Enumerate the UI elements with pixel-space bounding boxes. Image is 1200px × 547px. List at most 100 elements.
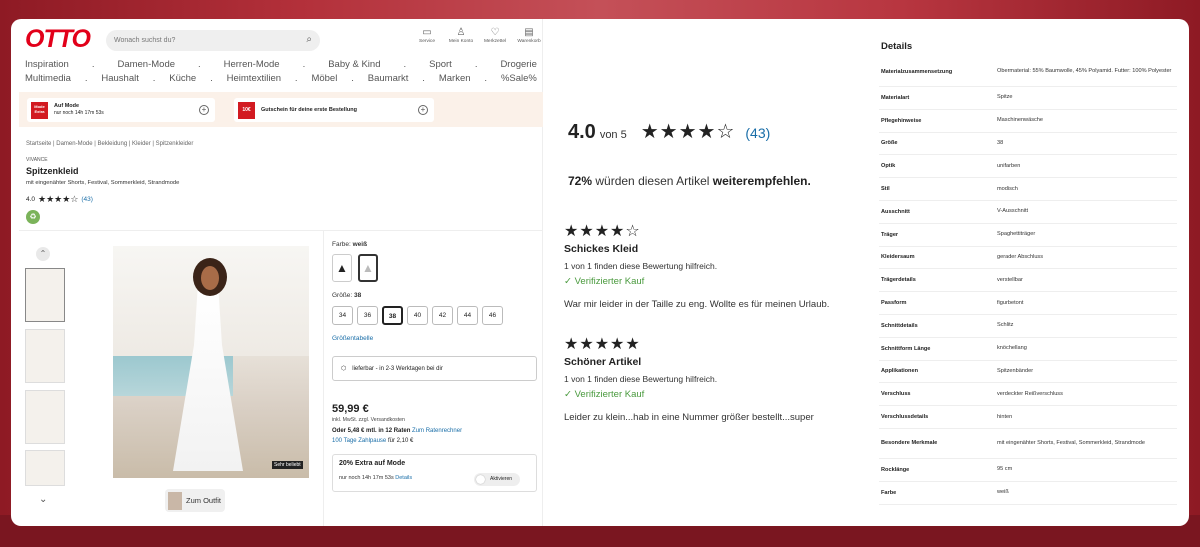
details-key: Farbe — [881, 489, 897, 496]
review-count[interactable]: (43) — [81, 196, 93, 203]
review-count-link[interactable]: (43) — [745, 125, 770, 141]
wishlist-button[interactable]: ♡ Merkzettel — [481, 27, 509, 44]
details-row: Schnittform Länge knöchellang — [879, 338, 1177, 361]
search-icon[interactable]: ⌕ — [306, 34, 312, 45]
details-row: Trägerdetails verstellbar — [879, 269, 1177, 293]
promo-voucher[interactable]: 10€ Gutschein für deine erste Bestellung… — [234, 98, 434, 122]
promo-sub: nur noch 14h 17m 53s — [54, 110, 104, 116]
details-row: Applikationen Spitzenbänder — [879, 361, 1177, 384]
activate-toggle[interactable]: Aktivieren — [474, 473, 520, 486]
details-value: Schlitz — [997, 322, 1014, 329]
details-row: Besondere Merkmale mit eingenähter Shorts… — [879, 429, 1177, 459]
thumbnail-3[interactable] — [25, 390, 65, 444]
nav-link[interactable]: Damen-Mode — [117, 58, 175, 72]
nav-separator: . — [91, 59, 95, 70]
otto-logo[interactable]: OTTO — [25, 25, 91, 54]
installment-link[interactable]: Zum Ratenrechner — [412, 428, 462, 434]
details-key: Stil — [881, 186, 890, 193]
details-key: Materialart — [881, 94, 910, 101]
pay-pause-price: für 2,10 € — [387, 438, 414, 444]
nav-link[interactable]: Multimedia — [25, 72, 71, 86]
breadcrumb[interactable]: Startseite | Damen-Mode | Bekleidung | K… — [26, 141, 193, 147]
nav-link[interactable]: Drogerie — [500, 58, 536, 72]
size-table-link[interactable]: Größentabelle — [332, 335, 537, 342]
service-icon: ▭ — [422, 27, 432, 38]
search-input[interactable]: Wonach suchst du? ⌕ — [106, 30, 320, 51]
star-icons: ★★★★☆ — [38, 194, 79, 204]
details-key: Applikationen — [881, 368, 918, 375]
details-value: Spaghettiträger — [997, 231, 1036, 238]
product-image[interactable] — [113, 246, 309, 478]
nav-link[interactable]: Heimtextilien — [227, 72, 281, 86]
nav-link[interactable]: Marken — [439, 72, 471, 86]
search-placeholder: Wonach suchst du? — [114, 37, 176, 44]
delivery-text: lieferbar - in 2-3 Werktagen bei dir — [352, 365, 443, 372]
pay-pause-link[interactable]: 100 Tage Zahlpause — [332, 438, 386, 444]
nav-link[interactable]: Inspiration — [25, 58, 69, 72]
details-value: modisch — [997, 185, 1018, 192]
account-button[interactable]: ♙ Mein Konto — [447, 27, 475, 44]
nav-link[interactable]: %Sale% — [501, 72, 537, 86]
heart-icon: ♡ — [490, 27, 500, 38]
promo-text: Auf Mode nur noch 14h 17m 53s — [54, 103, 104, 117]
extra-details-link[interactable]: Details — [395, 475, 412, 481]
extra-title: 20% Extra auf Mode — [339, 460, 406, 467]
review-helpful: 1 von 1 finden diese Bewertung hilfreich… — [564, 261, 718, 271]
sustainability-icon[interactable]: ♻ — [26, 210, 40, 224]
verified-badge: ✓ Verifizierter Kauf — [564, 389, 645, 400]
nav-link[interactable]: Baby & Kind — [328, 58, 380, 72]
voucher-text: Gutschein für deine erste Bestellung — [261, 107, 357, 114]
brand-name[interactable]: VIVANCE — [26, 157, 48, 163]
extra-discount-box: 20% Extra auf Mode nur noch 14h 17m 53s … — [332, 454, 537, 492]
details-value: mit eingenähter Shorts, Festival, Sommer… — [997, 439, 1145, 446]
nav-separator: . — [422, 73, 425, 84]
color-swatch-black[interactable]: ▲ — [332, 254, 352, 282]
details-row: Verschlussdetails hinten — [879, 406, 1177, 429]
nav-link[interactable]: Küche — [169, 72, 196, 86]
rating-summary: 4.0 von 5 ★★★★☆ (43) — [568, 119, 770, 144]
details-key: Pflegehinweise — [881, 117, 922, 124]
size-selector: 34 36 38 40 42 44 46 — [332, 306, 537, 325]
chevron-down-icon[interactable]: ⌄ — [39, 494, 47, 505]
thumbnail-4[interactable] — [25, 450, 65, 486]
color-swatch-white[interactable]: ▲ — [358, 254, 378, 282]
promo-badge: Mode Extra — [31, 101, 48, 119]
size-option[interactable]: 36 — [357, 306, 378, 325]
review-helpful: 1 von 1 finden diese Bewertung hilfreich… — [564, 374, 718, 384]
plus-icon[interactable]: + — [199, 105, 209, 115]
size-option[interactable]: 34 — [332, 306, 353, 325]
divider — [323, 231, 324, 526]
details-key: Schnittdetails — [881, 322, 918, 329]
nav-link[interactable]: Herren-Mode — [224, 58, 280, 72]
product-rating[interactable]: 4.0 ★★★★☆ (43) — [26, 194, 93, 205]
details-value: Obermaterial: 55% Baumwolle, 45% Polyami… — [997, 68, 1172, 74]
size-option[interactable]: 38 — [382, 306, 403, 325]
thumbnail-1[interactable] — [25, 268, 65, 322]
cart-button[interactable]: ▤ Warenkorb — [515, 27, 543, 44]
promo-mode[interactable]: Mode Extra Auf Mode nur noch 14h 17m 53s… — [27, 98, 215, 122]
details-value: Spitze — [997, 94, 1013, 101]
outfit-button[interactable]: Zum Outfit — [165, 489, 225, 512]
size-option[interactable]: 42 — [432, 306, 453, 325]
product-subtitle: mit eingenähter Shorts, Festival, Sommer… — [26, 180, 180, 186]
thumbnail-2[interactable] — [25, 329, 65, 383]
details-key: Ausschnitt — [881, 208, 910, 215]
size-option[interactable]: 44 — [457, 306, 478, 325]
nav-link[interactable]: Möbel — [311, 72, 337, 86]
size-option[interactable]: 40 — [407, 306, 428, 325]
nav-separator: . — [403, 59, 407, 70]
nav-separator: . — [198, 59, 201, 70]
category-nav: Inspiration. Damen-Mode. Herren-Mode. Baby … — [25, 58, 537, 86]
wishlist-label: Merkzettel — [483, 39, 507, 44]
service-button[interactable]: ▭ Service — [413, 27, 441, 44]
plus-icon[interactable]: + — [418, 105, 428, 115]
details-key: Größe — [881, 140, 898, 147]
nav-link[interactable]: Baumarkt — [368, 72, 409, 86]
size-option[interactable]: 46 — [482, 306, 503, 325]
nav-link[interactable]: Sport — [429, 58, 452, 72]
star-icons: ★★★★☆ — [564, 223, 641, 240]
nav-link[interactable]: Haushalt — [101, 72, 139, 86]
tax-note[interactable]: inkl. MwSt. zzgl. Versandkosten — [332, 417, 537, 423]
nav-separator: . — [474, 59, 478, 70]
chevron-up-icon[interactable]: ⌃ — [36, 247, 50, 261]
